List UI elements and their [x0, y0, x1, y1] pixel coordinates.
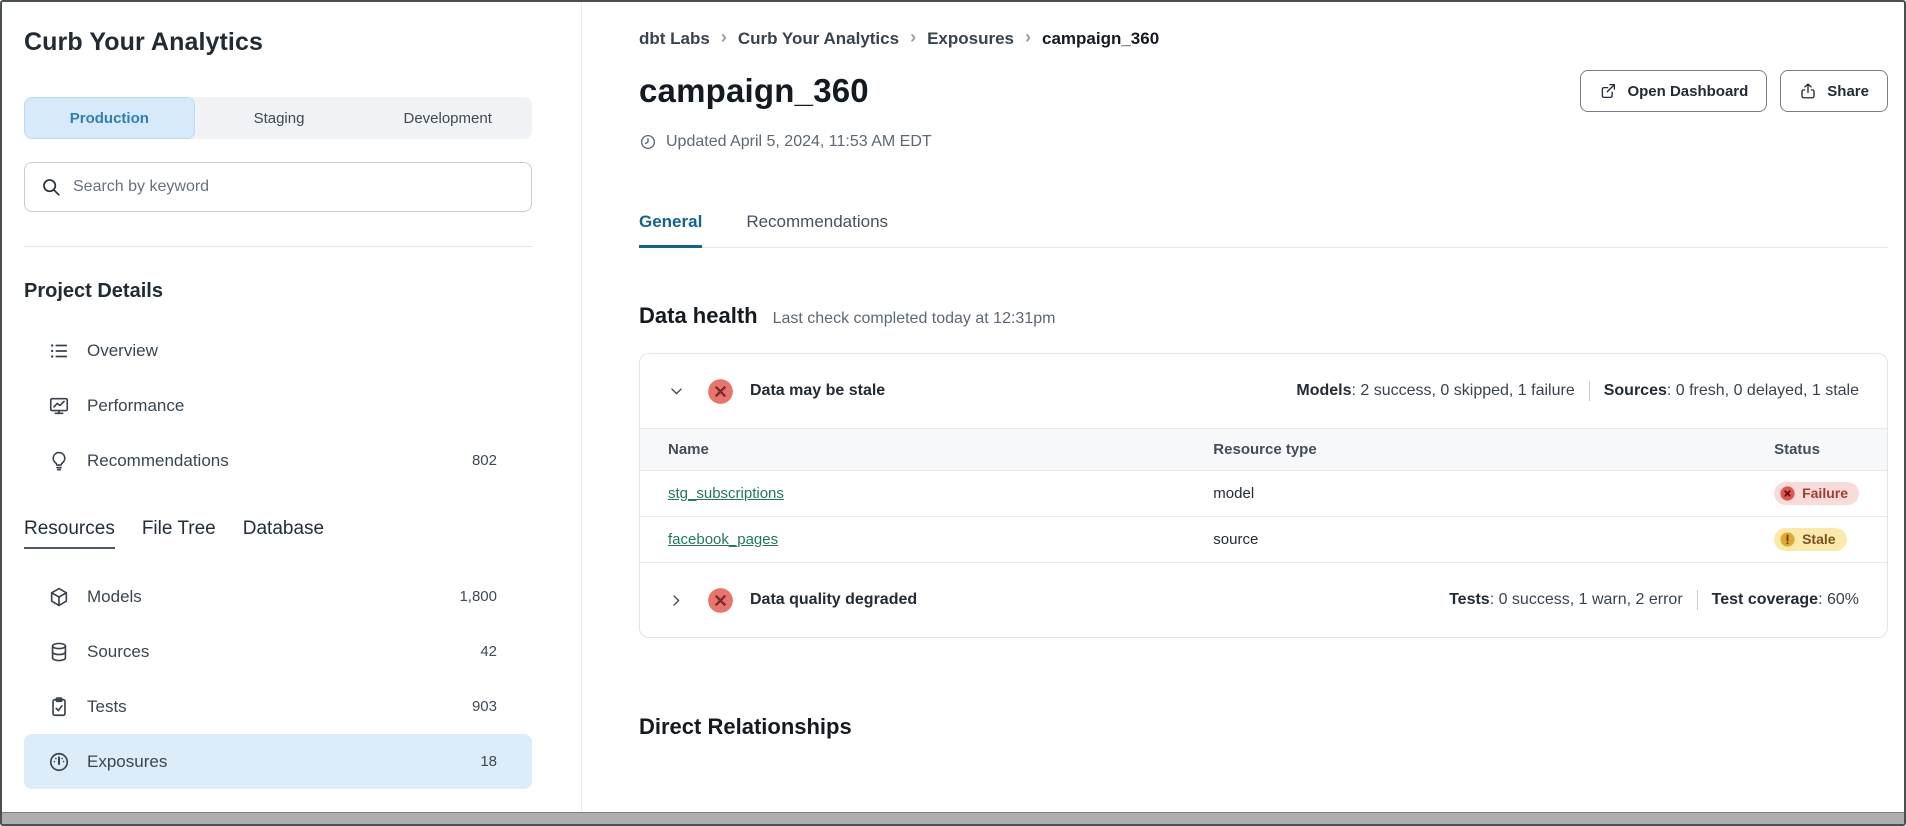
page-actions: Open Dashboard Share — [1580, 70, 1888, 112]
data-health-subtitle: Last check completed today at 12:31pm — [773, 310, 1056, 328]
divider — [1697, 590, 1698, 610]
sidebar-item-tests[interactable]: Tests 903 — [24, 679, 532, 734]
sidebar-item-count: 1,800 — [459, 588, 497, 605]
status-badge-failure: Failure — [1774, 482, 1859, 505]
environment-tabs: Production Staging Development — [24, 97, 532, 139]
warning-icon — [1779, 531, 1796, 548]
breadcrumb: dbt Labs › Curb Your Analytics › Exposur… — [639, 28, 1888, 49]
col-status: Status — [1774, 429, 1887, 471]
env-tab-staging[interactable]: Staging — [195, 97, 364, 139]
project-details-heading: Project Details — [24, 280, 532, 303]
resources-list: Models 1,800 Sources 42 — [24, 569, 532, 789]
external-link-icon — [1599, 82, 1617, 100]
detail-tabs: General Recommendations — [639, 212, 1888, 248]
stale-section-row: Data may be stale Models: 2 success, 0 s… — [640, 354, 1887, 428]
sidebar-item-label: Tests — [87, 697, 127, 717]
sidebar-item-label: Sources — [87, 642, 149, 662]
health-table: Name Resource type Status stg_subscripti… — [640, 428, 1887, 563]
sidebar-item-recommendations[interactable]: Recommendations 802 — [24, 433, 532, 488]
sidebar-item-count: 802 — [472, 452, 497, 469]
performance-icon — [48, 395, 70, 417]
sidebar-item-label: Exposures — [87, 752, 167, 772]
stale-section-title: Data may be stale — [750, 382, 885, 400]
clock-icon — [639, 133, 657, 151]
stale-section-summary: Models: 2 success, 0 skipped, 1 failure … — [1296, 381, 1859, 401]
sidebar-item-count: 42 — [480, 643, 497, 660]
quality-section-title: Data quality degraded — [750, 591, 917, 609]
share-icon — [1799, 82, 1817, 100]
chevron-right-icon: › — [1025, 27, 1031, 48]
list-icon — [48, 340, 70, 362]
sidebar-item-label: Overview — [87, 341, 158, 361]
error-circle-icon — [707, 587, 734, 614]
sidebar-item-overview[interactable]: Overview — [24, 323, 532, 378]
open-dashboard-label: Open Dashboard — [1627, 83, 1748, 100]
sidebar-item-label: Performance — [87, 396, 184, 416]
project-title: Curb Your Analytics — [24, 28, 532, 57]
chevron-right-icon: › — [910, 27, 916, 48]
resource-view-tabs: Resources File Tree Database — [24, 518, 532, 549]
resource-type-cell: model — [1213, 471, 1774, 517]
tab-general[interactable]: General — [639, 212, 702, 248]
sidebar-item-label: Models — [87, 587, 142, 607]
chevron-down-icon[interactable] — [668, 383, 685, 400]
horizontal-scrollbar[interactable] — [2, 812, 1904, 824]
breadcrumb-exposures[interactable]: Exposures — [927, 29, 1014, 49]
breadcrumb-current: campaign_360 — [1042, 29, 1159, 49]
database-icon — [48, 641, 70, 663]
table-row: stg_subscriptions model Failure — [640, 471, 1887, 517]
chevron-right-icon: › — [721, 27, 727, 48]
share-button[interactable]: Share — [1780, 70, 1888, 112]
resource-type-cell: source — [1213, 517, 1774, 563]
search-input[interactable] — [73, 178, 516, 196]
sidebar-item-label: Recommendations — [87, 451, 229, 471]
tab-resources[interactable]: Resources — [24, 518, 115, 549]
tab-recommendations[interactable]: Recommendations — [746, 212, 888, 248]
breadcrumb-account[interactable]: dbt Labs — [639, 29, 710, 49]
sidebar-item-count: 18 — [480, 753, 497, 770]
sidebar-item-exposures[interactable]: Exposures 18 — [24, 734, 532, 789]
env-tab-production[interactable]: Production — [24, 97, 195, 139]
chevron-right-icon[interactable] — [668, 592, 685, 609]
status-badge-stale: Stale — [1774, 528, 1846, 551]
quality-section-row: Data quality degraded Tests: 0 success, … — [640, 563, 1887, 637]
divider — [1589, 381, 1590, 401]
breadcrumb-project[interactable]: Curb Your Analytics — [738, 29, 899, 49]
col-name: Name — [640, 429, 1213, 471]
sidebar-item-count: 903 — [472, 698, 497, 715]
updated-timestamp: Updated April 5, 2024, 11:53 AM EDT — [639, 133, 1888, 151]
page-title: campaign_360 — [639, 72, 869, 110]
clipboard-check-icon — [48, 696, 70, 718]
tab-file-tree[interactable]: File Tree — [142, 518, 216, 549]
gauge-icon — [48, 751, 70, 773]
quality-section-summary: Tests: 0 success, 1 warn, 2 error Test c… — [1449, 590, 1859, 610]
data-health-card: Data may be stale Models: 2 success, 0 s… — [639, 353, 1888, 638]
table-header-row: Name Resource type Status — [640, 429, 1887, 471]
tab-database[interactable]: Database — [243, 518, 324, 549]
resource-link-facebook-pages[interactable]: facebook_pages — [668, 531, 778, 548]
main-content: dbt Labs › Curb Your Analytics › Exposur… — [582, 2, 1904, 824]
search-box[interactable] — [24, 162, 532, 212]
data-health-heading: Data health — [639, 303, 758, 329]
env-tab-development[interactable]: Development — [363, 97, 532, 139]
table-row: facebook_pages source Stale — [640, 517, 1887, 563]
open-dashboard-button[interactable]: Open Dashboard — [1580, 70, 1767, 112]
sidebar-item-models[interactable]: Models 1,800 — [24, 569, 532, 624]
app-window: Curb Your Analytics Production Staging D… — [0, 0, 1906, 826]
error-circle-icon — [707, 378, 734, 405]
col-resource-type: Resource type — [1213, 429, 1774, 471]
search-icon — [40, 176, 62, 198]
cube-icon — [48, 586, 70, 608]
failure-icon — [1779, 485, 1796, 502]
project-details-list: Overview Performance — [24, 323, 532, 488]
sidebar: Curb Your Analytics Production Staging D… — [2, 2, 582, 824]
lightbulb-icon — [48, 450, 70, 472]
resource-link-stg-subscriptions[interactable]: stg_subscriptions — [668, 485, 784, 502]
direct-relationships-heading: Direct Relationships — [639, 714, 1888, 740]
sidebar-item-performance[interactable]: Performance — [24, 378, 532, 433]
sidebar-divider — [24, 246, 532, 247]
sidebar-item-sources[interactable]: Sources 42 — [24, 624, 532, 679]
share-label: Share — [1827, 83, 1869, 100]
